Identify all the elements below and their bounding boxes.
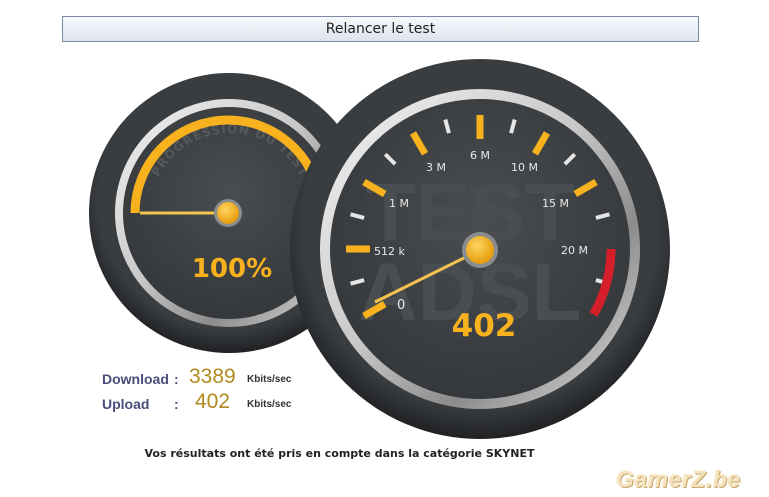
scale-label-6m: 6 M — [470, 149, 490, 162]
brand-watermark: GamerZ.be — [616, 466, 741, 492]
speed-hub-knob — [466, 236, 494, 264]
results-note: Vos résultats ont été pris en compte dan… — [144, 447, 535, 460]
scale-label-15m: 15 M — [542, 197, 569, 210]
scale-label-10m: 10 M — [511, 161, 538, 174]
speed-gauge: TEST ADSL 0 512 k 1 M 3 M 6 M 10 M 15 M … — [290, 59, 670, 439]
scale-label-0: 0 — [397, 298, 405, 313]
speed-value-text: 402 — [452, 308, 517, 344]
download-label: Download — [102, 371, 169, 387]
download-colon: : — [174, 371, 179, 387]
progress-percent-text: 100% — [192, 254, 272, 284]
upload-unit: Kbits/sec — [247, 399, 292, 410]
download-value: 3389 — [189, 365, 236, 388]
scale-label-20m: 20 M — [561, 244, 588, 257]
scale-label-512k: 512 k — [374, 245, 405, 258]
scale-label-1m: 1 M — [389, 197, 409, 210]
upload-value: 402 — [195, 390, 231, 413]
speed-test-gauges: PROGRESSION DU TEST 100% TEST ADSL 0 512… — [89, 59, 670, 439]
upload-colon: : — [174, 396, 179, 412]
progress-hub-knob — [217, 202, 239, 224]
scale-label-3m: 3 M — [426, 161, 446, 174]
download-unit: Kbits/sec — [247, 374, 292, 385]
upload-label: Upload — [102, 396, 150, 412]
